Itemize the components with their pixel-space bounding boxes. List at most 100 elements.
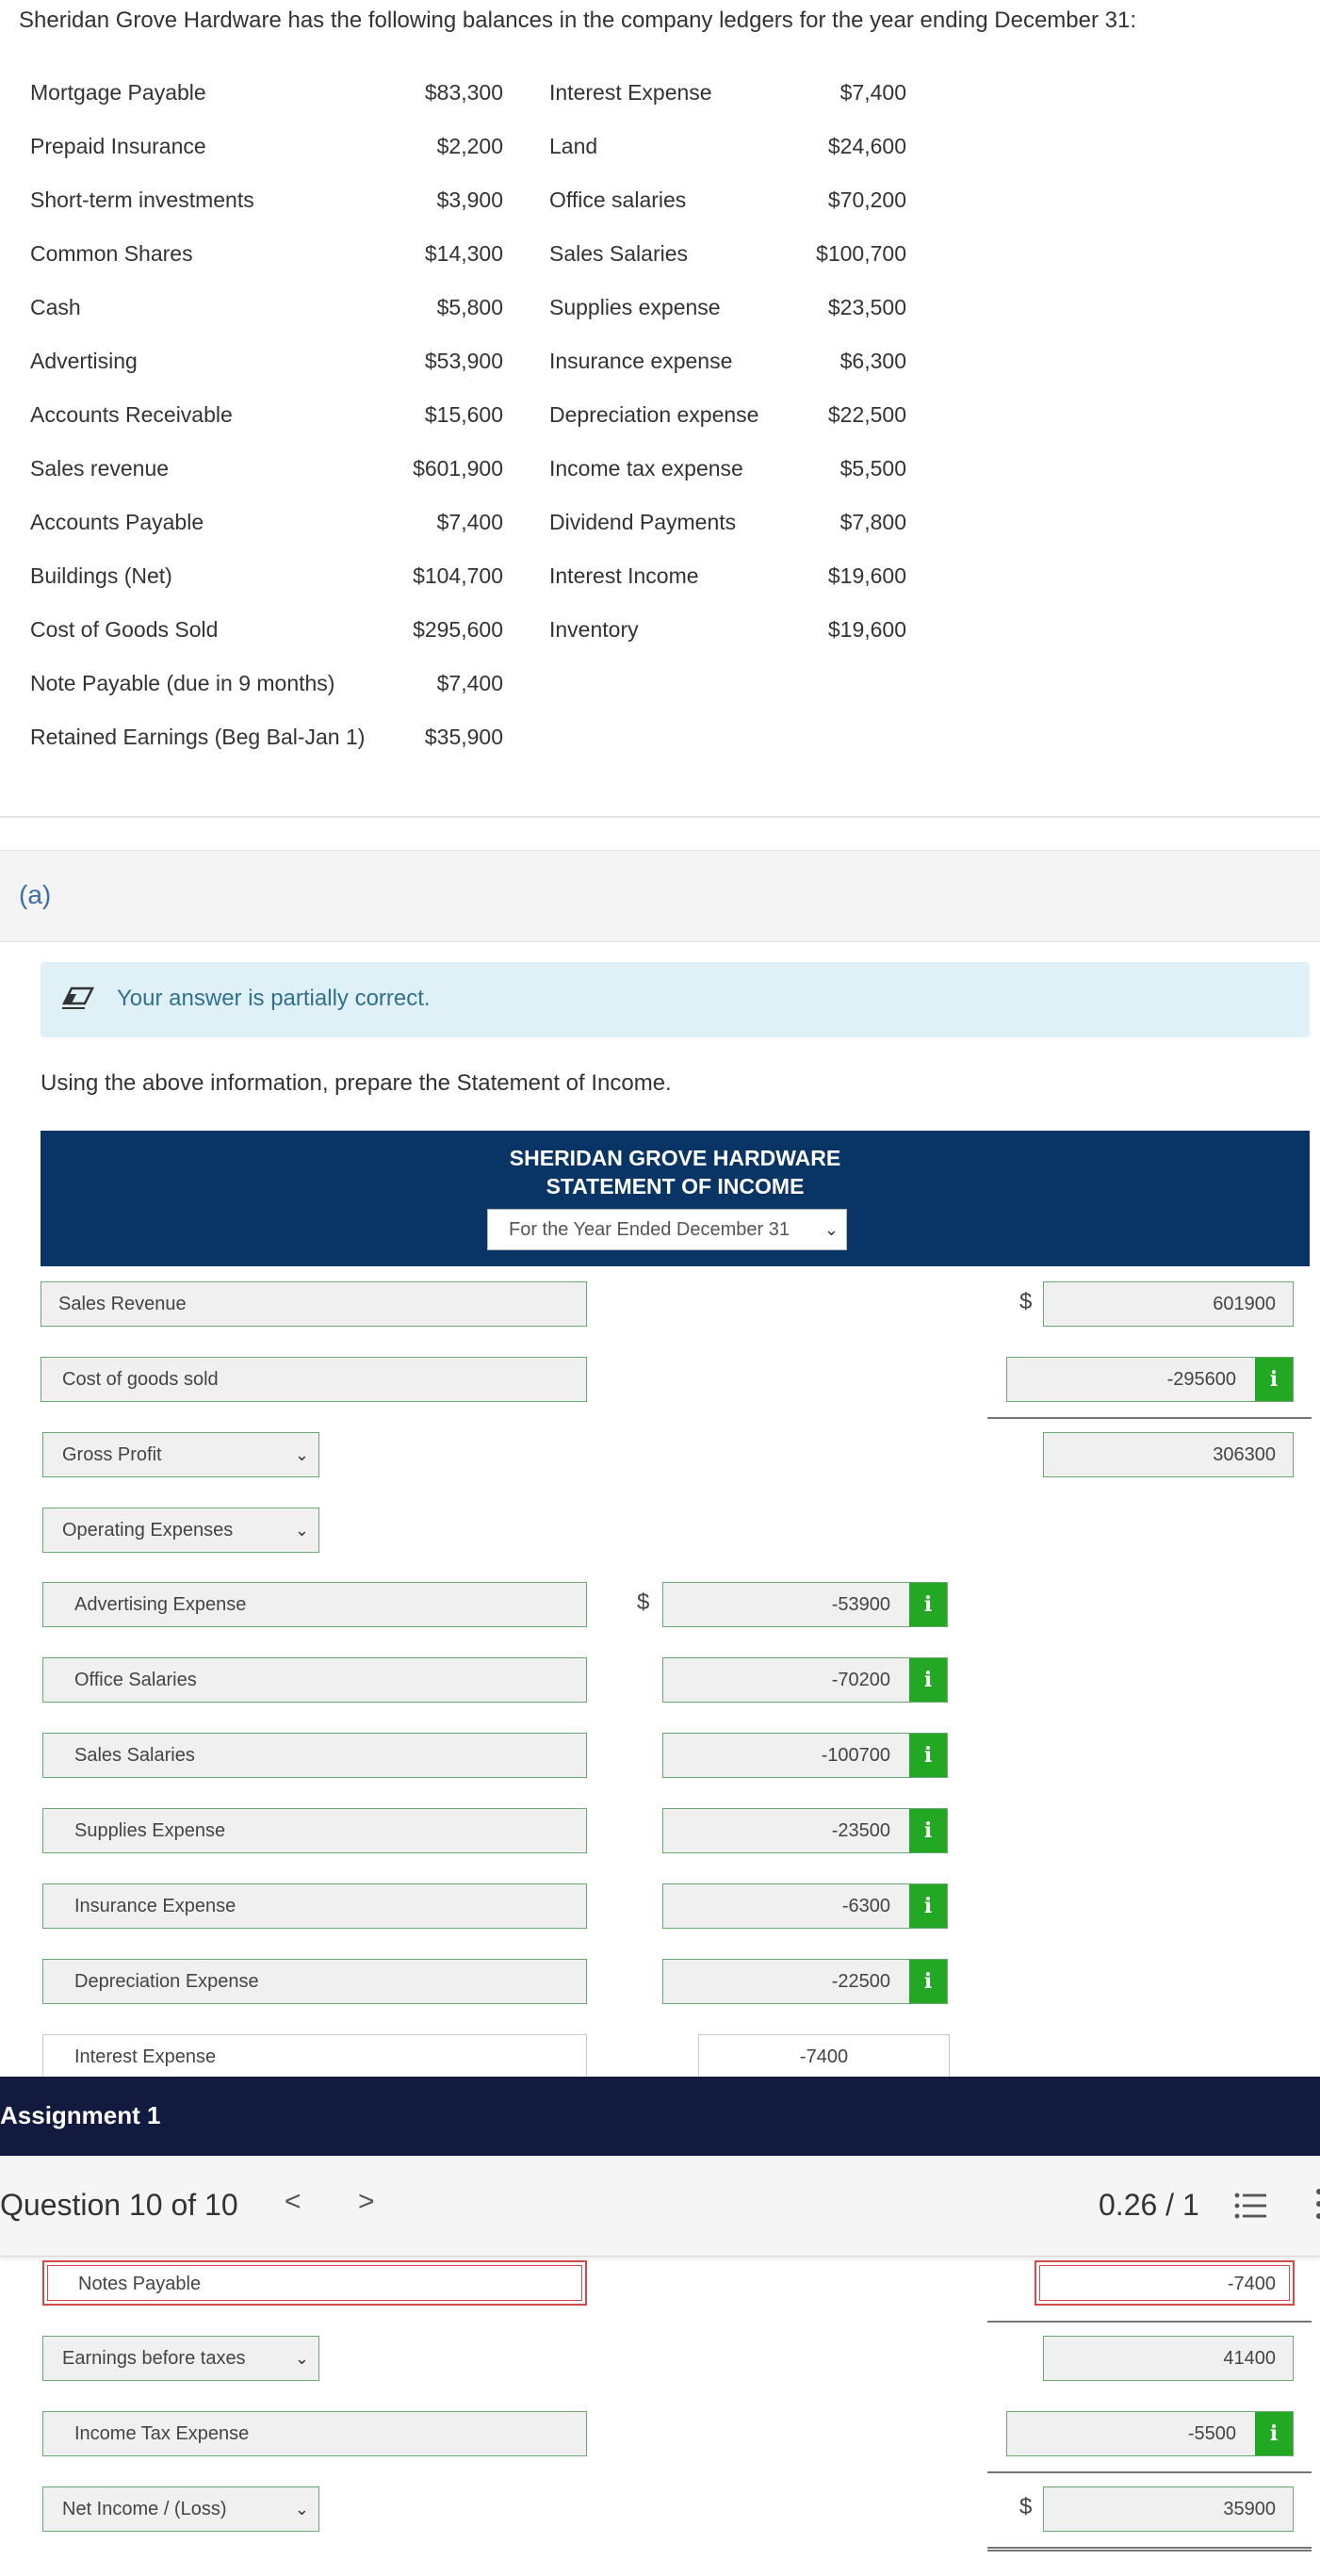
income-tax-expense-label-field[interactable]: Income Tax Expense bbox=[42, 2411, 587, 2456]
notes-payable-label-field[interactable]: Notes Payable bbox=[42, 2260, 587, 2306]
balance-amount: $3,900 bbox=[436, 187, 503, 212]
chevron-down-icon: ⌄ bbox=[823, 1220, 839, 1239]
earnings-before-taxes-input[interactable]: 41400 bbox=[1043, 2336, 1294, 2381]
balance-amount: $7,400 bbox=[839, 80, 906, 105]
underline bbox=[987, 2321, 1312, 2323]
balance-label: Prepaid Insurance bbox=[30, 134, 206, 158]
net-income-select[interactable]: Net Income / (Loss) ⌄ bbox=[42, 2486, 319, 2532]
eraser-icon bbox=[61, 986, 95, 1009]
balance-amount: $24,600 bbox=[827, 134, 906, 158]
balance-label: Short-term investments bbox=[30, 187, 254, 212]
balance-label: Buildings (Net) bbox=[30, 563, 172, 588]
period-select-value: For the Year Ended December 31 bbox=[509, 1219, 790, 1240]
info-icon[interactable]: i bbox=[909, 1809, 947, 1852]
sales-salaries-label-field[interactable]: Sales Salaries bbox=[42, 1733, 587, 1778]
advertising-expense-input[interactable]: -53900 i bbox=[662, 1582, 948, 1627]
info-icon[interactable]: i bbox=[909, 1960, 947, 2003]
balance-label: Mortgage Payable bbox=[30, 80, 206, 105]
balance-label: Common Shares bbox=[30, 241, 193, 266]
next-question-button[interactable]: > bbox=[358, 2186, 375, 2218]
statement-title: STATEMENT OF INCOME bbox=[546, 1174, 805, 1198]
office-salaries-label-field[interactable]: Office Salaries bbox=[42, 1657, 587, 1703]
balance-amount: $83,300 bbox=[424, 80, 503, 105]
earnings-before-taxes-select-value: Earnings before taxes bbox=[62, 2348, 246, 2369]
balance-amount: $5,500 bbox=[839, 456, 906, 481]
balance-label: Retained Earnings (Beg Bal-Jan 1) bbox=[30, 725, 366, 749]
info-icon[interactable]: i bbox=[909, 1884, 947, 1928]
balance-label: Income tax expense bbox=[549, 456, 743, 481]
balance-amount: $35,900 bbox=[424, 725, 503, 749]
sales-salaries-input[interactable]: -100700 i bbox=[662, 1733, 948, 1778]
score-display: 0.26 / 1 bbox=[1099, 2188, 1199, 2222]
part-label: (a) bbox=[19, 880, 52, 909]
balance-label: Land bbox=[549, 134, 598, 158]
balance-amount: $7,400 bbox=[436, 671, 503, 695]
supplies-expense-label-field[interactable]: Supplies Expense bbox=[42, 1808, 587, 1853]
balance-amount: $295,600 bbox=[413, 617, 503, 642]
balance-amount: $14,300 bbox=[424, 241, 503, 266]
supplies-expense-input[interactable]: -23500 i bbox=[662, 1808, 948, 1853]
insurance-expense-input[interactable]: -6300 i bbox=[662, 1883, 948, 1929]
balance-amount: $601,900 bbox=[413, 456, 503, 481]
chevron-down-icon: ⌄ bbox=[294, 2349, 309, 2368]
question-list-icon[interactable] bbox=[1234, 2192, 1266, 2220]
balance-amount: $7,800 bbox=[839, 510, 906, 534]
sales-revenue-input[interactable]: 601900 bbox=[1043, 1281, 1294, 1327]
balance-amount: $5,800 bbox=[436, 295, 503, 319]
statement-header: SHERIDAN GROVE HARDWARE STATEMENT OF INC… bbox=[41, 1131, 1310, 1266]
balance-label: Accounts Payable bbox=[30, 510, 204, 534]
problem-intro: Sheridan Grove Hardware has the followin… bbox=[19, 8, 1137, 33]
office-salaries-value: -70200 bbox=[831, 1670, 890, 1690]
interest-expense-input[interactable]: -7400 bbox=[698, 2034, 950, 2079]
balance-label: Sales revenue bbox=[30, 456, 170, 481]
info-icon[interactable]: i bbox=[909, 1583, 947, 1626]
balance-label: Advertising bbox=[30, 349, 138, 373]
advertising-expense-label-field[interactable]: Advertising Expense bbox=[42, 1582, 587, 1627]
company-name: SHERIDAN GROVE HARDWARE bbox=[509, 1146, 841, 1170]
cogs-label-field[interactable]: Cost of goods sold bbox=[41, 1357, 587, 1402]
interest-expense-label-field[interactable]: Interest Expense bbox=[42, 2034, 587, 2079]
net-income-input[interactable]: 35900 bbox=[1043, 2486, 1294, 2532]
balance-label: Inventory bbox=[549, 617, 639, 642]
balance-amount: $19,600 bbox=[827, 563, 906, 588]
chevron-down-icon: ⌄ bbox=[294, 1445, 309, 1464]
more-options-icon[interactable] bbox=[1313, 2188, 1320, 2220]
feedback-text: Your answer is partially correct. bbox=[117, 986, 431, 1011]
earnings-before-taxes-select[interactable]: Earnings before taxes ⌄ bbox=[42, 2336, 319, 2381]
balance-amount: $2,200 bbox=[436, 134, 503, 158]
balance-label: Cost of Goods Sold bbox=[30, 617, 219, 642]
gross-profit-input[interactable]: 306300 bbox=[1043, 1432, 1294, 1477]
assignment-title: Assignment 1 bbox=[0, 2101, 161, 2129]
underline bbox=[987, 2471, 1312, 2473]
advertising-value: -53900 bbox=[831, 1594, 890, 1615]
notes-payable-input[interactable]: -7400 bbox=[1035, 2260, 1295, 2306]
depreciation-expense-label-field[interactable]: Depreciation Expense bbox=[42, 1959, 587, 2004]
balance-label: Dividend Payments bbox=[549, 510, 737, 534]
balance-amount: $100,700 bbox=[816, 241, 906, 266]
operating-expenses-select[interactable]: Operating Expenses ⌄ bbox=[42, 1508, 319, 1553]
info-icon[interactable]: i bbox=[1255, 2412, 1293, 2455]
currency-symbol: $ bbox=[1019, 2494, 1033, 2519]
office-salaries-input[interactable]: -70200 i bbox=[662, 1657, 948, 1703]
sales-revenue-label-field[interactable]: Sales Revenue bbox=[41, 1281, 587, 1327]
gross-profit-select-value: Gross Profit bbox=[62, 1444, 162, 1465]
part-header bbox=[0, 850, 1320, 942]
chevron-down-icon: ⌄ bbox=[294, 2500, 309, 2519]
info-icon[interactable]: i bbox=[909, 1658, 947, 1702]
gross-profit-select[interactable]: Gross Profit ⌄ bbox=[42, 1432, 319, 1477]
period-select[interactable]: For the Year Ended December 31 ⌄ bbox=[487, 1209, 847, 1250]
sales-salaries-value: -100700 bbox=[821, 1745, 890, 1766]
double-underline bbox=[987, 2547, 1312, 2552]
insurance-expense-label-field[interactable]: Insurance Expense bbox=[42, 1883, 587, 1929]
depreciation-expense-input[interactable]: -22500 i bbox=[662, 1959, 948, 2004]
section-divider bbox=[0, 816, 1320, 818]
previous-question-button[interactable]: < bbox=[285, 2186, 301, 2218]
supplies-value: -23500 bbox=[831, 1820, 890, 1841]
currency-symbol: $ bbox=[1019, 1289, 1033, 1314]
cogs-input[interactable]: -295600 i bbox=[1006, 1357, 1294, 1402]
info-icon[interactable]: i bbox=[1255, 1358, 1293, 1401]
income-tax-expense-input[interactable]: -5500 i bbox=[1006, 2411, 1294, 2456]
operating-expenses-select-value: Operating Expenses bbox=[62, 1520, 234, 1541]
info-icon[interactable]: i bbox=[909, 1734, 947, 1777]
underline bbox=[987, 1417, 1312, 1419]
